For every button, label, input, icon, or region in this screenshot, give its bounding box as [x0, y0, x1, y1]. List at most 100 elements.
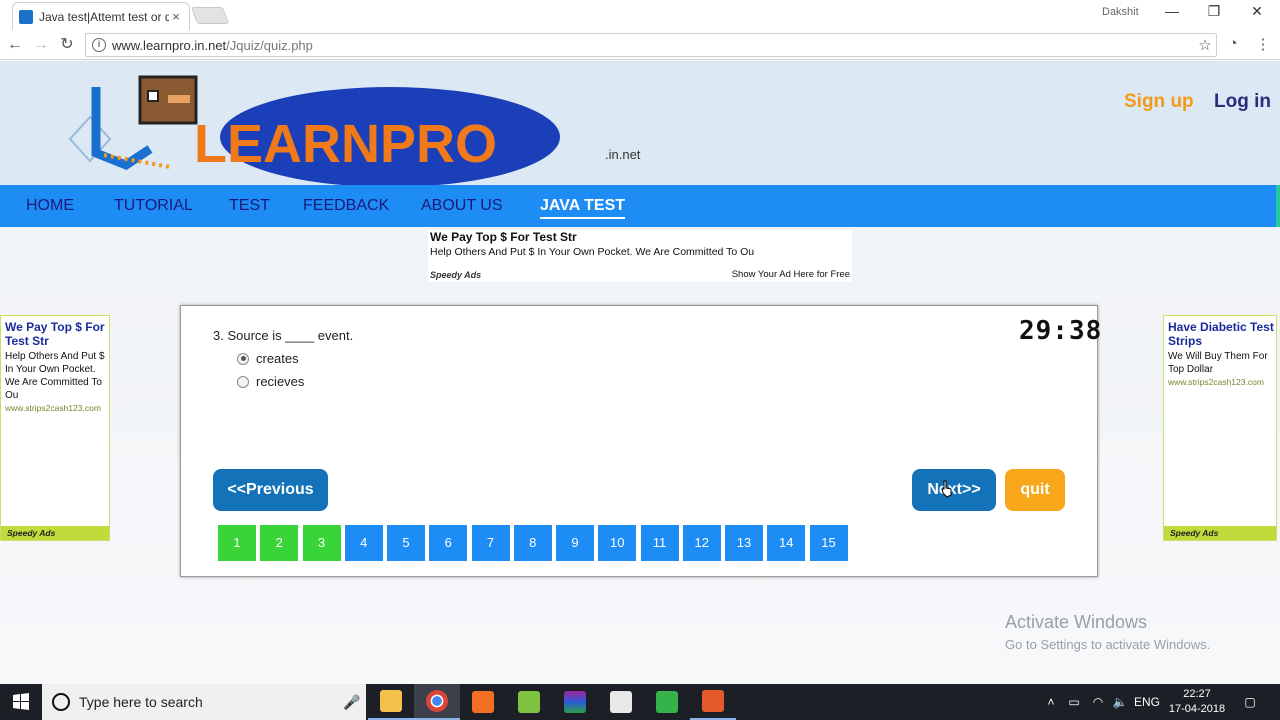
ad-headline[interactable]: Have Diabetic Test Strips [1164, 316, 1276, 348]
ad-brand[interactable]: Speedy Ads [1, 526, 109, 540]
nav-feedback[interactable]: FEEDBACK [303, 185, 389, 227]
tray-chevron-icon[interactable]: ˄ [1042, 684, 1060, 720]
activate-windows-watermark: Activate Windows Go to Settings to activ… [1005, 612, 1210, 652]
site-favicon-icon [19, 9, 33, 24]
browser-toolbar: ← → ↻ i www.learnpro.in.net/Jquiz/quiz.p… [0, 30, 1280, 60]
radio-button[interactable] [237, 352, 249, 365]
winrar-icon[interactable] [552, 684, 598, 720]
reload-icon[interactable]: ↻ [57, 35, 77, 55]
ad-brand[interactable]: Speedy Ads [430, 270, 481, 280]
hand-cursor-icon [941, 480, 952, 498]
question-page-9[interactable]: 9 [556, 525, 594, 561]
question-page-1[interactable]: 1 [218, 525, 256, 561]
question-page-13[interactable]: 13 [725, 525, 763, 561]
nav-java-test[interactable]: JAVA TEST [540, 185, 626, 227]
right-ad[interactable]: Have Diabetic Test Strips We Will Buy Th… [1163, 315, 1277, 541]
profile-name[interactable]: Dakshit [1102, 6, 1139, 18]
taskbar-search[interactable]: Type here to search 🎤 [42, 684, 366, 720]
question-page-4[interactable]: 4 [344, 525, 383, 561]
radio-button[interactable] [237, 375, 249, 388]
bookmark-star-icon[interactable]: ☆ [1194, 36, 1216, 54]
question-page-6[interactable]: 6 [429, 525, 468, 561]
search-placeholder[interactable]: Type here to search [79, 694, 338, 710]
chrome-icon[interactable] [414, 684, 460, 720]
volume-icon[interactable]: 🔈 [1110, 684, 1130, 720]
site-header: LEARNPRO .in.net Sign up Log in [0, 61, 1280, 185]
ad-brand[interactable]: Speedy Ads [1164, 526, 1276, 540]
question-page-2[interactable]: 2 [260, 525, 299, 561]
top-ad-banner[interactable]: We Pay Top $ For Test Str Help Others An… [428, 230, 852, 282]
cortana-icon[interactable] [52, 693, 70, 711]
browser-tab-strip: Java test|Attemt test or q × Dakshit — ❐… [0, 0, 1280, 30]
signup-link[interactable]: Sign up [1124, 91, 1194, 113]
option-label[interactable]: creates [256, 351, 299, 366]
previous-button[interactable]: <<Previous [213, 469, 328, 511]
ad-headline[interactable]: We Pay Top $ For Test Str [1, 316, 109, 348]
ad-headline[interactable]: We Pay Top $ For Test Str [428, 230, 852, 244]
question-page-14[interactable]: 14 [767, 525, 806, 561]
nav-about-us[interactable]: ABOUT US [421, 185, 503, 227]
countdown-timer: 29:38 [1019, 316, 1103, 346]
question-page-3[interactable]: 3 [302, 525, 341, 561]
ad-body: We Will Buy Them For Top Dollar [1168, 351, 1268, 375]
ad-url[interactable]: www.strips2cash123.com [1, 402, 109, 413]
option-creates[interactable]: creates [237, 351, 299, 366]
address-url[interactable]: www.learnpro.in.net/Jquiz/quiz.php [112, 38, 1194, 53]
question-page-10[interactable]: 10 [598, 525, 637, 561]
web-page: LEARNPRO .in.net Sign up Log in HOME TUT… [0, 61, 1280, 684]
watermark-title: Activate Windows [1005, 612, 1148, 632]
forward-icon[interactable]: → [31, 35, 51, 55]
back-icon[interactable]: ← [5, 35, 25, 55]
extension-icon[interactable]: ◔ [1223, 35, 1243, 55]
battery-icon[interactable]: ▭ [1064, 684, 1084, 720]
restore-button[interactable]: ❐ [1194, 3, 1234, 25]
question-page-5[interactable]: 5 [387, 525, 425, 561]
microphone-icon[interactable]: 🎤 [338, 694, 366, 711]
close-window-button[interactable]: ✕ [1237, 3, 1277, 25]
camtasia-green-icon[interactable] [644, 684, 690, 720]
login-link[interactable]: Log in [1214, 91, 1271, 113]
logo-suffix: .in.net [605, 147, 641, 162]
notepad-icon[interactable] [506, 684, 552, 720]
question-page-12[interactable]: 12 [682, 525, 721, 561]
question-page-8[interactable]: 8 [513, 525, 552, 561]
quit-button[interactable]: quit [1005, 469, 1065, 511]
video-editor-icon[interactable] [598, 684, 644, 720]
question-page-7[interactable]: 7 [471, 525, 510, 561]
file-explorer-icon[interactable] [368, 684, 414, 720]
site-info-icon[interactable]: i [92, 38, 106, 52]
tab-title: Java test|Attemt test or q [39, 9, 169, 24]
ad-url[interactable]: www.strips2cash123.com [1164, 376, 1276, 387]
system-clock[interactable]: 22:27 17-04-2018 [1162, 687, 1232, 717]
wifi-icon[interactable]: ◠ [1088, 684, 1108, 720]
question-page-15[interactable]: 15 [809, 525, 848, 561]
watermark-subtitle: Go to Settings to activate Windows. [1005, 637, 1211, 652]
nav-home[interactable]: HOME [26, 185, 74, 227]
notifications-icon[interactable]: ▢ [1238, 684, 1262, 720]
new-tab-button[interactable] [190, 7, 230, 24]
address-bar[interactable]: i www.learnpro.in.net/Jquiz/quiz.php ☆ [85, 33, 1217, 57]
camtasia-recorder-icon[interactable] [690, 684, 736, 720]
nav-tutorial[interactable]: TUTORIAL [114, 185, 193, 227]
option-label[interactable]: recieves [256, 374, 304, 389]
option-recieves[interactable]: recieves [237, 374, 304, 389]
nav-test[interactable]: TEST [229, 185, 270, 227]
browser-tab[interactable]: Java test|Attemt test or q × [12, 2, 190, 30]
language-indicator[interactable]: ENG [1134, 684, 1160, 720]
logo-text: LEARNPRO [194, 114, 497, 174]
ad-body: Help Others And Put $ In Your Own Pocket… [5, 351, 105, 401]
tab-close-icon[interactable]: × [169, 9, 183, 24]
windows-start-icon[interactable] [0, 684, 42, 720]
minimize-button[interactable]: — [1152, 3, 1192, 25]
xampp-icon[interactable] [460, 684, 506, 720]
next-button[interactable]: Next>> [912, 469, 996, 511]
quiz-card: 3. Source is ____ event. creates recieve… [180, 305, 1101, 577]
main-nav: HOME TUTORIAL TEST FEEDBACK ABOUT US JAV… [0, 185, 1280, 227]
ad-cta[interactable]: Show Your Ad Here for Free [732, 269, 850, 280]
question-page-11[interactable]: 11 [640, 525, 679, 561]
browser-menu-icon[interactable]: ⋮ [1253, 35, 1273, 55]
left-ad[interactable]: We Pay Top $ For Test Str Help Others An… [0, 315, 110, 541]
learnpro-logo[interactable]: LEARNPRO .in.net [60, 67, 660, 185]
clock-date: 17-04-2018 [1168, 703, 1226, 715]
question-text: 3. Source is ____ event. [213, 328, 354, 343]
